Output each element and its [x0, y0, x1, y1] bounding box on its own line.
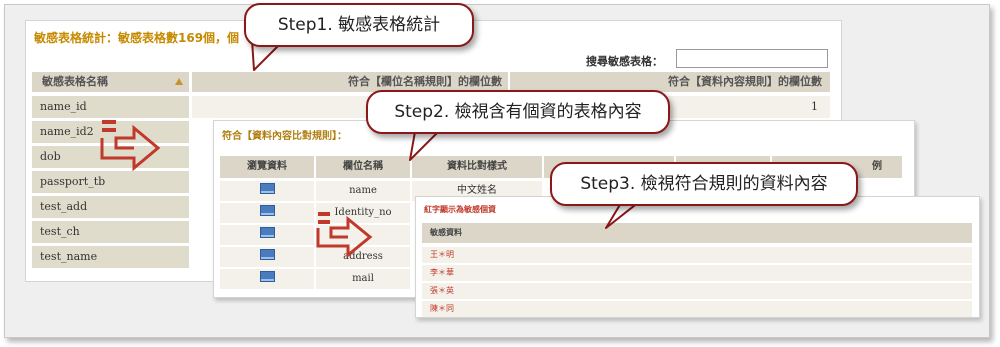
browse-data-button[interactable]	[220, 181, 314, 201]
sort-ascending-icon[interactable]	[175, 78, 183, 85]
sensitive-data-row: 張＊英	[422, 283, 972, 299]
search-input[interactable]	[676, 49, 828, 68]
sensitive-data-row: 陳＊同	[422, 301, 972, 317]
field-name-cell: name	[316, 181, 410, 201]
browse-data-button[interactable]	[220, 225, 314, 245]
table-row-name-link[interactable]: test_ch	[32, 221, 189, 243]
arrow-right-icon	[100, 120, 161, 172]
sensitive-data-panel: 紅字顯示為敏感個資 敏感資料 王＊明 李＊華 張＊英 陳＊同	[415, 196, 980, 318]
table-row-name-link[interactable]: test_add	[32, 196, 189, 218]
search-label: 搜尋敏感表格：	[586, 55, 663, 68]
rule-panel-title: 符合【資料內容比對規則】：	[222, 131, 347, 142]
monitor-icon[interactable]	[259, 249, 275, 260]
browse-data-button[interactable]	[220, 247, 314, 267]
arrow-right-icon	[316, 212, 373, 259]
column-header-browse: 瀏覽資料	[220, 156, 314, 178]
stats-title: 敏感表格統計：敏感表格數169個，個	[34, 31, 240, 45]
browse-data-button[interactable]	[220, 203, 314, 223]
monitor-icon[interactable]	[259, 227, 275, 238]
red-text-note: 紅字顯示為敏感個資	[424, 205, 496, 214]
table-row-name-link[interactable]: test_name	[32, 246, 189, 268]
browse-data-button[interactable]	[220, 269, 314, 289]
column-header-sensitive-data: 敏感資料	[422, 223, 972, 243]
sensitive-data-row: 王＊明	[422, 247, 972, 263]
monitor-icon[interactable]	[259, 271, 275, 282]
table-row-name-link[interactable]: passport_tb	[32, 171, 189, 193]
monitor-icon[interactable]	[259, 183, 275, 194]
monitor-icon[interactable]	[259, 205, 275, 216]
column-header-table-name[interactable]: 敏感表格名稱	[32, 72, 189, 92]
field-name-cell: mail	[316, 269, 410, 289]
column-header-label: 敏感表格名稱	[42, 75, 108, 88]
step2-callout: Step2. 檢視含有個資的表格內容	[366, 90, 670, 134]
step3-callout: Step3. 檢視符合規則的資料內容	[550, 162, 858, 206]
column-header-field-name: 欄位名稱	[316, 156, 410, 178]
sensitive-data-row: 李＊華	[422, 265, 972, 281]
step1-callout: Step1. 敏感表格統計	[244, 3, 474, 47]
table-row-name-link[interactable]: name_id	[32, 96, 189, 118]
column-header-data-content-rule[interactable]: 符合【資料內容規則】的欄位數	[510, 72, 830, 92]
